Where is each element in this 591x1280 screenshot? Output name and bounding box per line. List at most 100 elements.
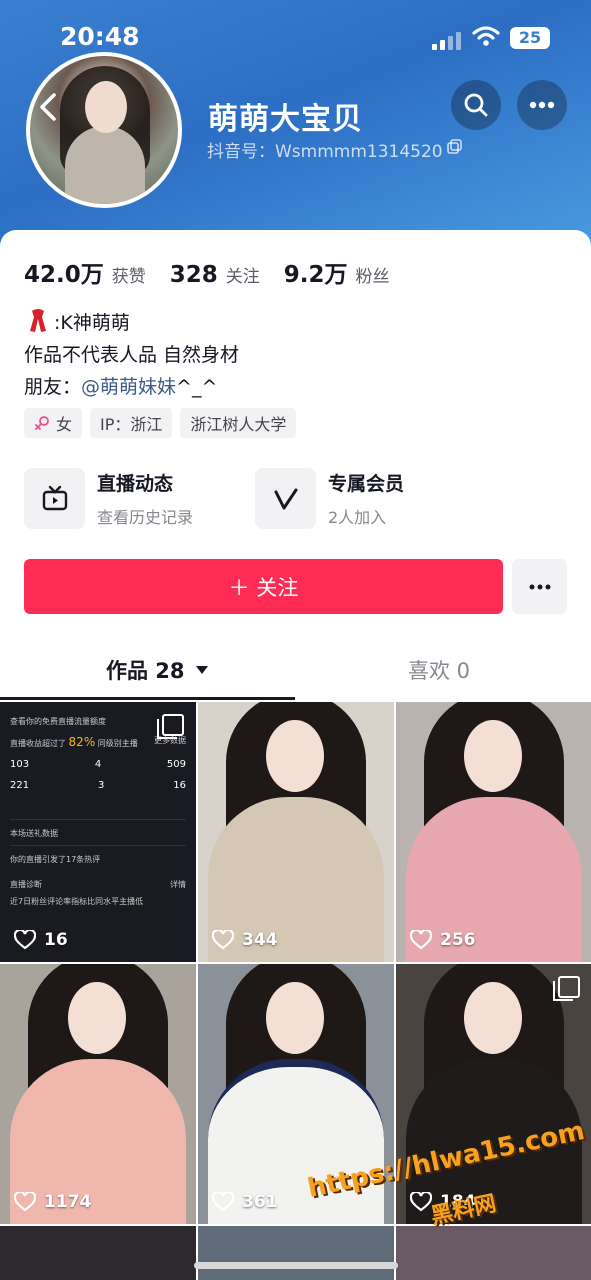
bio-line-1: :K神萌萌 (24, 307, 130, 335)
bio-line-3: 朋友：@萌萌妹妹^_^ (24, 372, 217, 399)
more-actions-button[interactable] (512, 559, 567, 614)
heart-icon (14, 930, 36, 950)
video-thumbnail[interactable]: 256 (396, 702, 591, 962)
video-likes-count: 344 (242, 930, 278, 950)
scarf-icon (30, 309, 46, 332)
dash-hot-row: 你的直播引发了17条热评 (10, 845, 186, 865)
dash-num: 221 (10, 780, 30, 791)
dash-hot: 你的直播引发了17条热评 (10, 855, 101, 864)
status-time: 20:48 (60, 22, 140, 51)
video-thumbnail[interactable]: 查看你的免费直播流量额度 直播收益超过了 82% 同级别主播 更多数据 103 4… (0, 702, 196, 962)
dash-nums-row-2: 221 3 16 (10, 780, 186, 791)
dash-num: 509 (166, 759, 186, 770)
membership-title: 专属会员 (328, 473, 405, 495)
signal-icon (432, 30, 461, 50)
search-icon (464, 93, 488, 117)
v-icon (255, 468, 316, 529)
video-photo (0, 964, 196, 1224)
video-photo (396, 702, 591, 962)
douyin-id: 抖音号：Wsmmmm1314520 (207, 142, 443, 162)
video-thumbnail[interactable] (396, 1226, 591, 1280)
mention-link[interactable]: @萌萌妹妹 (81, 376, 176, 398)
tab-indicator (0, 697, 295, 700)
followers-label[interactable]: 粉丝 (356, 262, 390, 287)
avatar[interactable] (26, 52, 182, 208)
bio-friends-suffix: ^_^ (176, 376, 218, 398)
back-arrow-icon[interactable] (34, 92, 64, 122)
dash-num: 3 (97, 780, 105, 791)
dash-pct: 82% (68, 735, 96, 749)
dash-line-tail: 同级别主播 (97, 739, 138, 748)
video-likes: 344 (212, 930, 278, 950)
dash-title: 查看你的免费直播流量额度 (10, 717, 106, 726)
search-button[interactable] (451, 80, 501, 130)
video-thumbnail[interactable]: 344 (198, 702, 394, 962)
more-icon (529, 101, 555, 109)
video-thumbnail[interactable] (0, 1226, 196, 1280)
bio-text-1: :K神萌萌 (54, 311, 130, 334)
heart-icon (410, 930, 432, 950)
membership-entry[interactable]: 专属会员 2人加入 (255, 468, 404, 529)
school-tag[interactable]: 浙江树人大学 (180, 408, 297, 438)
likes-count: 42.0万 (24, 262, 104, 288)
dash-num: 103 (10, 759, 30, 770)
dash-num: 16 (173, 780, 186, 791)
female-icon (35, 416, 49, 430)
video-likes: 1174 (14, 1192, 91, 1212)
follow-button[interactable]: ＋ 关注 (24, 559, 503, 614)
following-count[interactable]: 328 (170, 262, 218, 288)
dash-diag-row: 直播诊断 详情 (10, 879, 186, 890)
profile-name: 萌萌大宝贝 (208, 102, 363, 137)
ip-tag: IP：浙江 (90, 408, 173, 438)
dash-detail: 详情 (170, 880, 186, 889)
more-icon (529, 584, 550, 589)
battery-icon: 25 (510, 27, 550, 49)
wifi-icon (472, 26, 500, 46)
video-likes: 361 (212, 1192, 278, 1212)
video-photo (396, 964, 591, 1224)
dash-diag: 直播诊断 (10, 880, 42, 889)
dash-line: 直播收益超过了 (10, 739, 66, 748)
profile-tags: 女 IP：浙江 浙江树人大学 (24, 408, 297, 438)
more-options-button[interactable] (517, 80, 567, 130)
profile-page: 20:48 25 萌萌大宝贝 抖音号：Wsmmmm1314520 42.0万 获… (0, 0, 591, 1280)
video-thumbnail[interactable] (198, 1226, 394, 1280)
video-likes-count: 1174 (44, 1192, 92, 1212)
tab-works[interactable]: 作品 28 (106, 655, 209, 685)
likes-label: 获赞 (111, 267, 146, 287)
tab-likes[interactable]: 喜欢 0 (408, 655, 470, 685)
gender-label: 女 (56, 415, 73, 434)
video-likes-count: 361 (242, 1192, 278, 1212)
live-history-entry[interactable]: 直播动态 查看历史记录 (24, 468, 193, 529)
membership-subtitle: 2人加入 (328, 508, 387, 527)
dash-gift-row: 本场送礼数据 (10, 819, 186, 839)
bio-line-2: 作品不代表人品 自然身材 (24, 344, 240, 366)
dash-gift: 本场送礼数据 (10, 829, 58, 838)
home-indicator[interactable] (194, 1262, 398, 1269)
video-thumbnail[interactable]: 1174 (0, 964, 196, 1224)
multi-image-icon (157, 714, 184, 739)
followers-count[interactable]: 9.2万 (284, 255, 348, 289)
multi-image-icon (553, 976, 580, 1001)
video-likes-count: 256 (440, 930, 476, 950)
video-thumbnail[interactable]: 184 (396, 964, 591, 1224)
dash-note: 近7日粉丝评论率指标比同水平主播低 (10, 897, 144, 906)
video-likes: 256 (410, 930, 476, 950)
video-likes: 16 (14, 930, 68, 950)
bio-friends-prefix: 朋友： (24, 376, 82, 398)
tv-icon (24, 468, 85, 529)
tab-works-label: 作品 28 (106, 659, 185, 683)
heart-icon (212, 930, 234, 950)
dash-nums-row-1: 103 4 509 (10, 759, 186, 770)
following-label[interactable]: 关注 (226, 262, 260, 287)
heart-icon (212, 1192, 234, 1212)
video-photo (198, 702, 394, 962)
heart-icon (14, 1192, 36, 1212)
live-entry-subtitle: 查看历史记录 (97, 508, 194, 527)
live-entry-title: 直播动态 (97, 473, 174, 495)
dash-note-row: 近7日粉丝评论率指标比同水平主播低 (10, 896, 186, 907)
gender-tag: 女 (24, 408, 83, 438)
profile-stats: 42.0万 获赞 328 关注 9.2万 粉丝 (24, 255, 414, 289)
copy-icon[interactable] (447, 139, 462, 154)
dash-num: 4 (94, 759, 102, 770)
